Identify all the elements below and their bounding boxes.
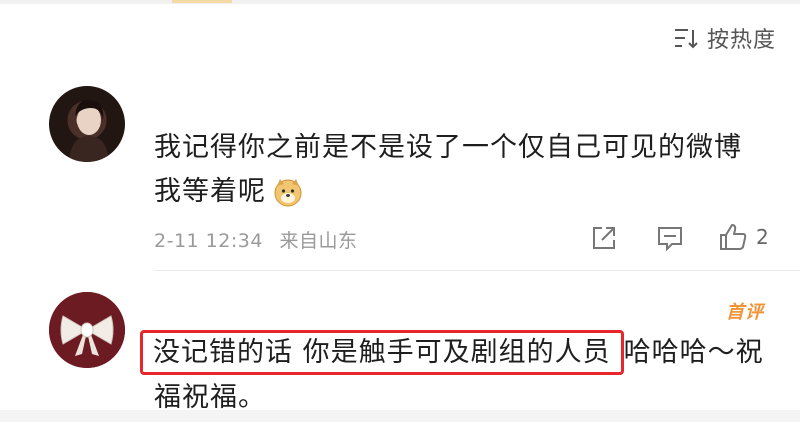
like-count: 2: [756, 225, 769, 249]
sort-icon: [674, 29, 698, 49]
top-divider-accent: [172, 0, 232, 3]
comment-text-fragment: 我等着呢: [154, 176, 266, 207]
top-divider: [0, 0, 800, 4]
comment-text-fragment: 哈哈哈～祝: [623, 337, 764, 368]
bow-avatar-icon: [49, 292, 125, 368]
comment-text-line: 我等着呢: [154, 170, 304, 213]
like-icon: [720, 224, 747, 250]
share-icon: [593, 227, 615, 249]
user-avatar[interactable]: [49, 292, 125, 368]
comment-divider: [154, 270, 800, 271]
first-comment-badge: 首评: [726, 302, 764, 323]
user-avatar[interactable]: [49, 86, 125, 162]
comment-icon: [658, 227, 682, 252]
comment-text-line: 我记得你之前是不是设了一个仅自己可见的微博: [154, 132, 742, 163]
sort-by-hot-button[interactable]: 按热度: [673, 22, 776, 54]
bottom-bar: [0, 410, 800, 422]
avatar-photo: [69, 99, 109, 162]
highlighted-text: 没记错的话 你是触手可及剧组的人员: [140, 330, 624, 376]
like-button[interactable]: 2: [718, 222, 769, 252]
comment-button[interactable]: [656, 224, 684, 252]
sort-label: 按热度: [706, 28, 776, 53]
share-button[interactable]: [590, 224, 618, 252]
comment-actions: 2: [0, 222, 800, 258]
doge-emoji: [274, 178, 302, 207]
comment-text-line: 没记错的话 你是触手可及剧组的人员 哈哈哈～祝: [140, 330, 764, 376]
